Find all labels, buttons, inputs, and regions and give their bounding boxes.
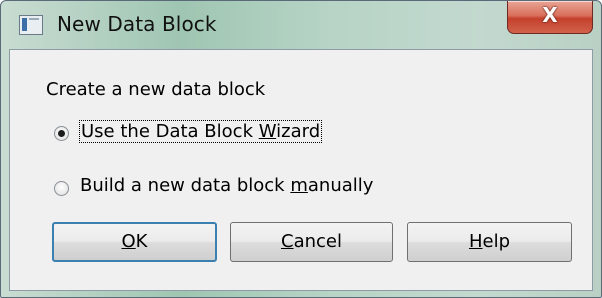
help-button[interactable]: Help: [407, 222, 572, 262]
dialog-heading: Create a new data block: [46, 79, 266, 100]
form-icon: [19, 15, 43, 35]
close-button[interactable]: X: [507, 1, 593, 34]
focus-indicator: Use the Data Block Wizard: [78, 120, 323, 143]
window-title: New Data Block: [57, 12, 217, 36]
close-icon: X: [542, 3, 558, 27]
wizard-radio[interactable]: [54, 126, 69, 141]
radio-selected-dot: [58, 130, 65, 137]
manual-radio[interactable]: [54, 181, 69, 196]
wizard-option-label[interactable]: Use the Data Block Wizard: [78, 120, 323, 143]
manual-option-label[interactable]: Build a new data block manually: [80, 175, 373, 196]
cancel-button[interactable]: Cancel: [230, 222, 393, 262]
ok-button[interactable]: OK: [52, 222, 217, 262]
title-bar[interactable]: New Data Block X: [1, 1, 601, 49]
